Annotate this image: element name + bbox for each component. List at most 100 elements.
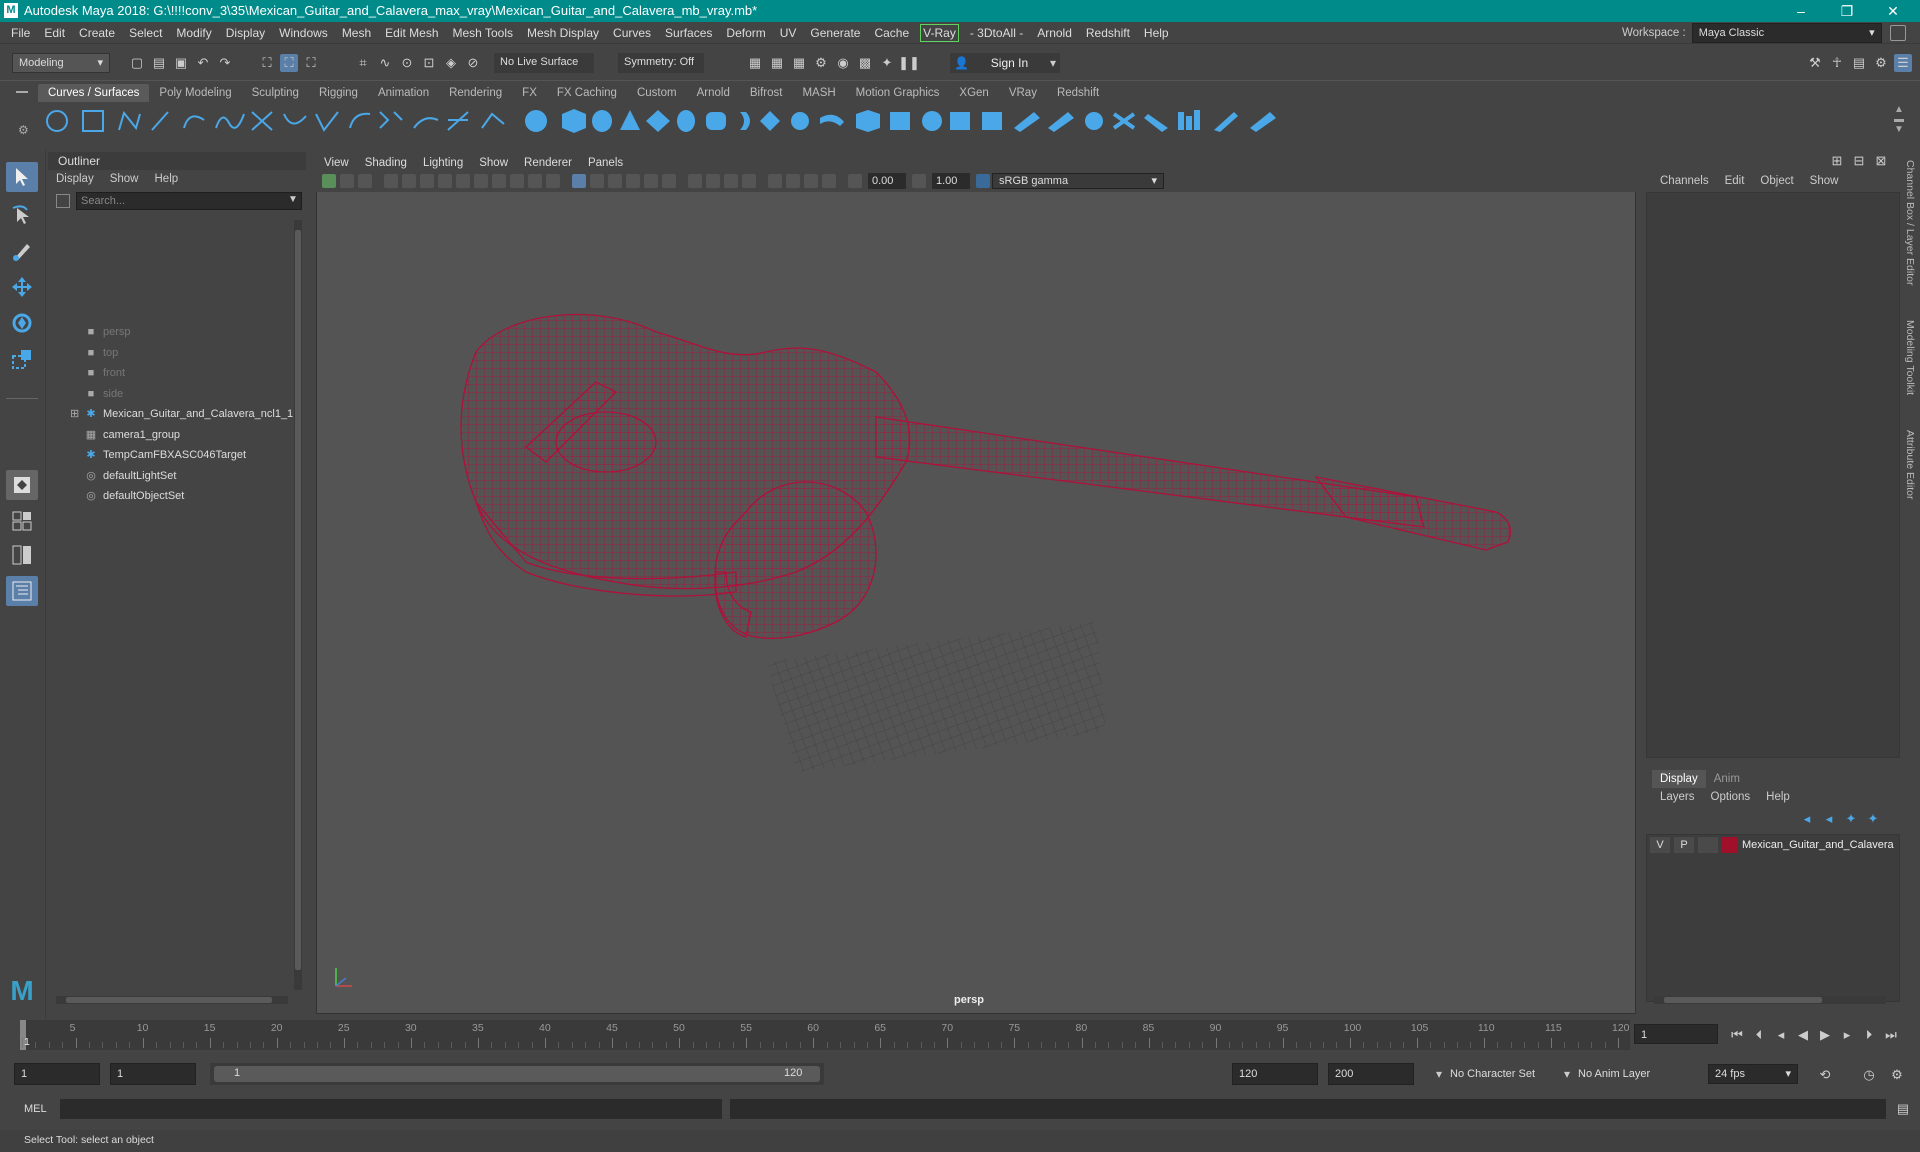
depth-of-field-icon[interactable] xyxy=(742,174,756,188)
channel-menu-object[interactable]: Object xyxy=(1752,172,1801,190)
camera-attributes-icon[interactable] xyxy=(340,174,354,188)
layer-menu-layers[interactable]: Layers xyxy=(1652,788,1703,806)
shelf-tab-sculpting[interactable]: Sculpting xyxy=(242,84,309,102)
menu-mesh-tools[interactable]: Mesh Tools xyxy=(446,22,520,44)
auto-key-icon[interactable]: ◷ xyxy=(1860,1066,1878,1084)
shelf-tab-fx[interactable]: FX xyxy=(512,84,547,102)
outliner-item[interactable]: ■ side xyxy=(84,384,124,404)
outliner-item[interactable]: ✱ TempCamFBXASC046Target xyxy=(84,445,246,465)
menu-redshift[interactable]: Redshift xyxy=(1079,22,1137,44)
shelf-tab-animation[interactable]: Animation xyxy=(368,84,439,102)
ipr-render-icon[interactable]: ▦ xyxy=(790,54,808,72)
menu-mesh[interactable]: Mesh xyxy=(335,22,378,44)
outliner-menu-help[interactable]: Help xyxy=(147,170,187,188)
sign-in-button[interactable]: 👤 Sign In ▾ xyxy=(950,53,1060,73)
gamma-icon[interactable] xyxy=(912,174,926,188)
animation-start-field[interactable]: 1 xyxy=(14,1063,100,1085)
shelf-tab-bifrost[interactable]: Bifrost xyxy=(740,84,793,102)
side-tab-attribute-editor[interactable]: Attribute Editor xyxy=(1904,430,1916,499)
outliner-horizontal-scrollbar[interactable] xyxy=(56,996,288,1004)
snap-curve-icon[interactable]: ∿ xyxy=(376,54,394,72)
outliner-item[interactable]: ◎ defaultLightSet xyxy=(84,466,176,486)
anti-aliasing-icon[interactable] xyxy=(724,174,738,188)
mel-label[interactable]: MEL xyxy=(24,1103,47,1115)
outliner-menu-show[interactable]: Show xyxy=(102,170,147,188)
shelf-tab-fx-caching[interactable]: FX Caching xyxy=(547,84,627,102)
snap-point-icon[interactable]: ⊙ xyxy=(398,54,416,72)
shelf-settings-icon[interactable]: ⚙ xyxy=(18,123,29,137)
rotate-tool-icon[interactable] xyxy=(6,308,38,338)
current-frame-field[interactable]: 1 xyxy=(1634,1024,1718,1044)
persp-outliner-layout-icon[interactable] xyxy=(6,540,38,570)
resolution-gate-icon[interactable] xyxy=(474,174,488,188)
viewport-menu-panels[interactable]: Panels xyxy=(580,154,631,172)
show-channel-box-icon[interactable]: ⊞ xyxy=(1828,152,1846,170)
shelf-tab-custom[interactable]: Custom xyxy=(627,84,687,102)
character-controls-icon[interactable]: ☥ xyxy=(1828,54,1846,72)
chevron-down-icon[interactable]: ▼ xyxy=(288,194,298,205)
fps-select[interactable]: 24 fps ▾ xyxy=(1708,1064,1798,1084)
lock-icon[interactable] xyxy=(1889,25,1906,41)
menu-modify[interactable]: Modify xyxy=(169,22,218,44)
outliner-search-input[interactable]: Search... xyxy=(76,192,302,210)
gate-mask-icon[interactable] xyxy=(492,174,506,188)
exposure-icon[interactable] xyxy=(848,174,862,188)
tab-anim[interactable]: Anim xyxy=(1706,770,1748,788)
select-component-icon[interactable]: ⛶ xyxy=(302,54,320,72)
screen-space-ao-icon[interactable] xyxy=(688,174,702,188)
menu-generate[interactable]: Generate xyxy=(803,22,867,44)
use-all-lights-icon[interactable] xyxy=(644,174,658,188)
shelf-scroll-icon[interactable]: ▲ ▬ ▼ xyxy=(1894,105,1904,135)
select-tool-icon[interactable] xyxy=(6,162,38,192)
move-layer-up-icon[interactable]: ◂ xyxy=(1798,810,1816,828)
channel-menu-channels[interactable]: Channels xyxy=(1652,172,1717,190)
outliner-item[interactable]: ■ persp xyxy=(84,322,131,342)
gamma-field[interactable]: 1.00 xyxy=(932,173,970,189)
step-back-key-icon[interactable]: ⏴ xyxy=(1750,1026,1768,1044)
channel-menu-edit[interactable]: Edit xyxy=(1717,172,1753,190)
layer-visibility-toggle[interactable]: V xyxy=(1650,837,1670,853)
menu-arnold[interactable]: Arnold xyxy=(1030,22,1079,44)
two-d-pan-icon[interactable] xyxy=(402,174,416,188)
layer-horizontal-scrollbar[interactable] xyxy=(1654,996,1886,1004)
range-slider-bar[interactable]: 1 120 xyxy=(210,1063,824,1085)
step-back-frame-icon[interactable]: ◂ xyxy=(1772,1026,1790,1044)
light-editor-icon[interactable]: ✦ xyxy=(878,54,896,72)
go-to-start-icon[interactable]: ⏮ xyxy=(1728,1026,1746,1044)
outliner-item[interactable]: ◎ defaultObjectSet xyxy=(84,486,184,506)
motion-blur-icon[interactable] xyxy=(706,174,720,188)
menu-curves[interactable]: Curves xyxy=(606,22,658,44)
menu-set-select[interactable]: Modeling ▾ xyxy=(12,53,110,73)
layer-color-swatch[interactable] xyxy=(1722,837,1738,853)
shelf-tab-xgen[interactable]: XGen xyxy=(949,84,998,102)
side-tab-channel-box[interactable]: Channel Box / Layer Editor xyxy=(1904,160,1916,286)
filter-icon[interactable] xyxy=(56,194,70,208)
restore-button[interactable]: ❐ xyxy=(1824,0,1870,22)
viewport-menu-view[interactable]: View xyxy=(316,154,357,172)
color-management-icon[interactable] xyxy=(976,174,990,188)
field-chart-icon[interactable] xyxy=(510,174,524,188)
outliner-item[interactable]: ⊞ ✱ Mexican_Guitar_and_Calavera_ncl1_1 xyxy=(70,404,293,424)
single-perspective-layout-icon[interactable] xyxy=(6,470,38,500)
script-editor-icon[interactable]: ▤ xyxy=(1894,1100,1912,1118)
outliner-layout-icon[interactable] xyxy=(6,576,38,606)
menu-v-ray[interactable]: V-Ray xyxy=(920,23,959,42)
film-gate-icon[interactable] xyxy=(456,174,470,188)
menu-create[interactable]: Create xyxy=(72,22,122,44)
symmetry-select[interactable]: Symmetry: Off xyxy=(618,53,704,73)
menu-windows[interactable]: Windows xyxy=(272,22,335,44)
four-view-layout-icon[interactable] xyxy=(6,506,38,536)
modeling-toolkit-icon[interactable]: ⚒ xyxy=(1806,54,1824,72)
move-layer-down-icon[interactable]: ◂ xyxy=(1820,810,1838,828)
redo-icon[interactable]: ↷ xyxy=(216,54,234,72)
menu-file[interactable]: File xyxy=(4,22,37,44)
colorspace-select[interactable]: sRGB gamma ▾ xyxy=(992,173,1164,189)
bookmark-icon[interactable] xyxy=(358,174,372,188)
render-current-icon[interactable]: ▦ xyxy=(768,54,786,72)
playback-end-field[interactable]: 120 xyxy=(1232,1063,1318,1085)
step-forward-key-icon[interactable]: ⏵ xyxy=(1860,1026,1878,1044)
open-scene-icon[interactable]: ▤ xyxy=(150,54,168,72)
textured-icon[interactable] xyxy=(626,174,640,188)
loop-icon[interactable]: ⟲ xyxy=(1816,1066,1834,1084)
layer-menu-options[interactable]: Options xyxy=(1703,788,1759,806)
